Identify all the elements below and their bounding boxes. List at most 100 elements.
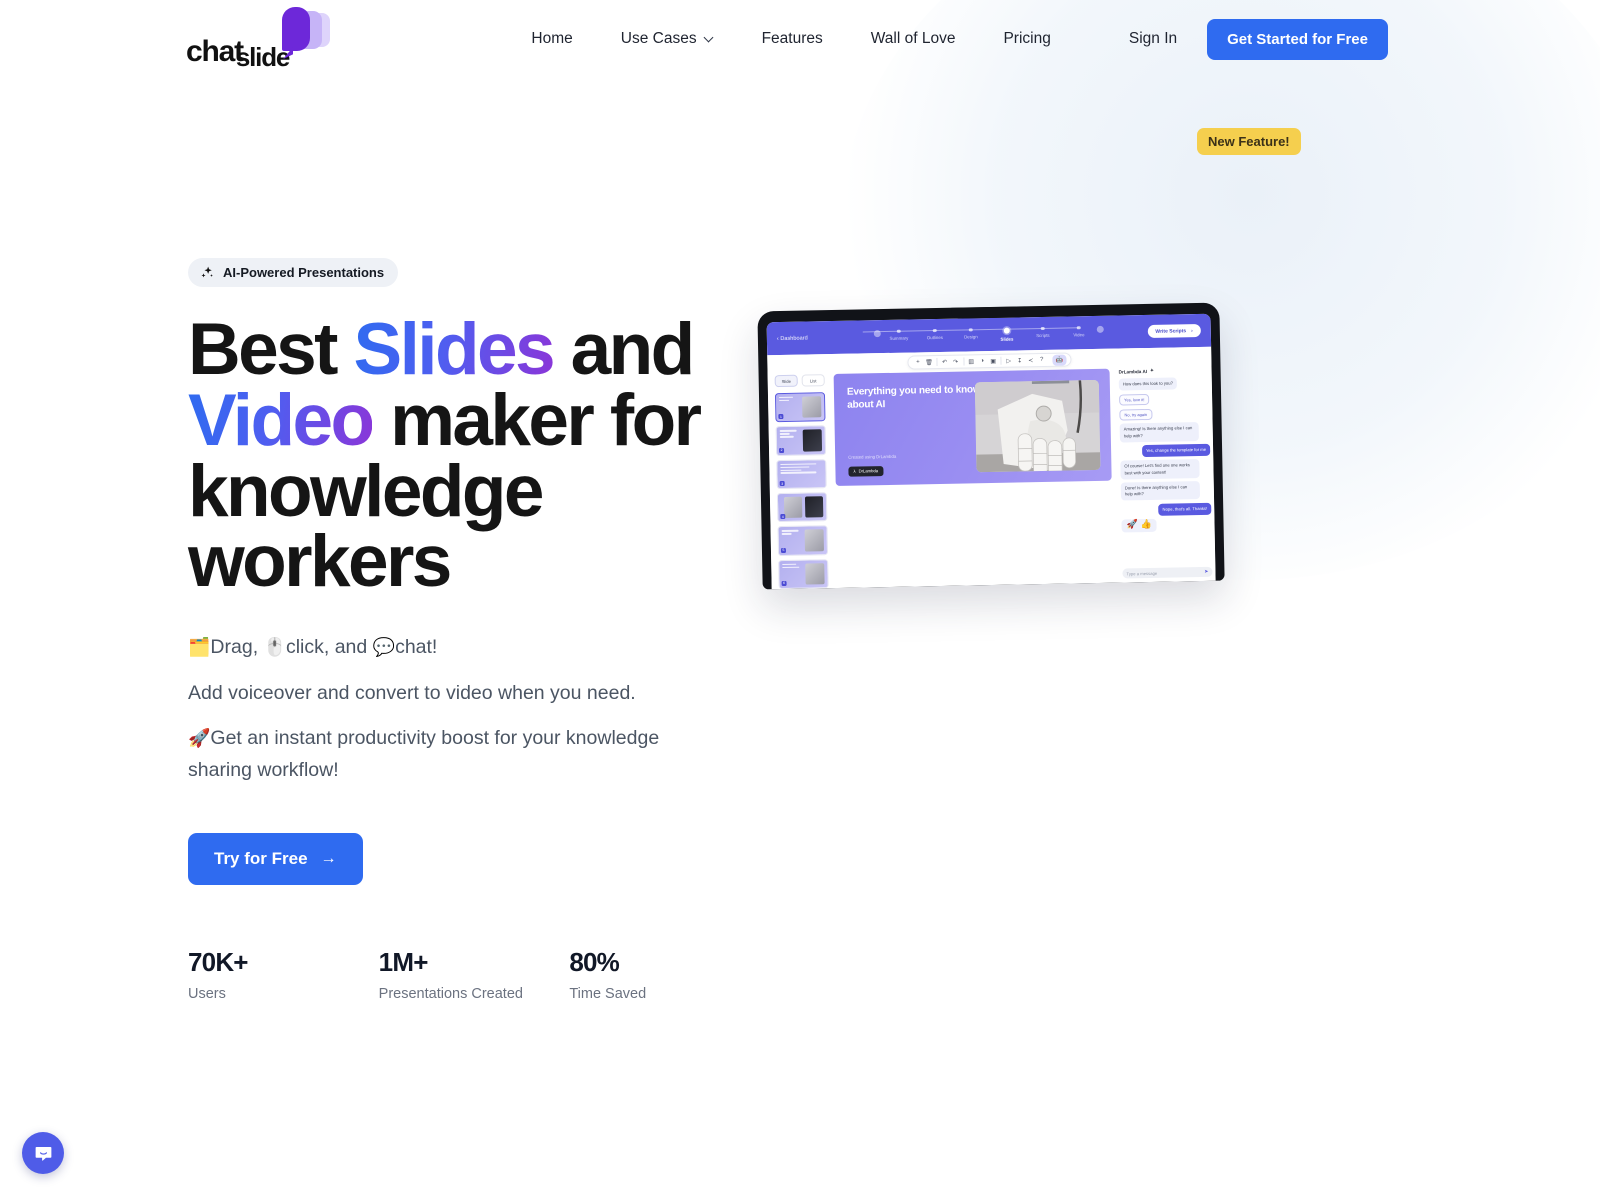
mouse-emoji-icon: 🖱️: [263, 637, 286, 659]
add-icon[interactable]: +: [912, 357, 923, 368]
title-part-2: and: [552, 309, 696, 390]
hero-subtitle-line-1: 🗂️Drag, 🖱️click, and 💬chat!: [188, 632, 718, 664]
chat-reaction-emojis: 🚀 👍: [1121, 518, 1157, 533]
hero-section: AI-Powered Presentations Best Slides and…: [0, 78, 1600, 1002]
nav-label: Use Cases: [620, 30, 697, 48]
get-started-button[interactable]: Get Started for Free: [1207, 18, 1388, 60]
sub-text-c: chat!: [395, 636, 438, 659]
page-title: Best Slides and Video maker for knowledg…: [188, 313, 760, 598]
stat-label: Presentations Created: [378, 985, 523, 1002]
write-scripts-label: Write Scripts: [1155, 327, 1187, 335]
chat-quick-reply[interactable]: No, try again: [1119, 408, 1153, 421]
site-header: chatslide Home Use Cases Features Wall o…: [0, 0, 1600, 78]
nav-item-pricing[interactable]: Pricing: [979, 31, 1074, 47]
slide-credit: Created using DrLambda: [848, 453, 897, 460]
slide-thumbnail[interactable]: 5: [777, 525, 829, 556]
nav-item-features[interactable]: Features: [738, 31, 847, 47]
robot-hand-illustration: [974, 379, 1101, 473]
try-for-free-label: Try for Free: [214, 848, 308, 868]
chat-quick-reply[interactable]: Yes, love it!: [1119, 393, 1150, 406]
sign-in-link[interactable]: Sign In: [1075, 30, 1207, 48]
robot-hand-photo: [974, 379, 1101, 473]
theme-icon[interactable]: ◑: [977, 356, 988, 367]
ai-powered-badge: AI-Powered Presentations: [188, 258, 399, 287]
send-icon[interactable]: ➤: [1204, 569, 1208, 575]
rail-tab-slide[interactable]: Slide: [774, 374, 798, 388]
arrow-right-icon: →: [320, 849, 337, 867]
image-icon[interactable]: ▣: [988, 355, 999, 366]
slide-title: Everything you need to know about AI: [846, 384, 981, 411]
stat-value: 80%: [569, 946, 619, 977]
ai-powered-badge-label: AI-Powered Presentations: [223, 265, 385, 280]
slide-logo-chip: λ DrLambda: [848, 465, 884, 477]
help-icon[interactable]: ?: [1036, 354, 1047, 365]
slide-thumbnail[interactable]: 3: [776, 458, 827, 490]
try-for-free-button[interactable]: Try for Free →: [188, 832, 363, 885]
back-to-dashboard-link[interactable]: ‹ Dashboard: [777, 335, 808, 342]
logo-word-chat: chat: [186, 35, 244, 68]
present-icon[interactable]: ▷: [1003, 355, 1014, 366]
stats-row: 70K+ Users 1M+ Presentations Created 80%…: [188, 947, 760, 1002]
workflow-stepper: Summary Outlines Design Slides Scripts V…: [873, 325, 1104, 343]
product-screenshot-laptop: ‹ Dashboard Summary Outlines Design Slid…: [757, 302, 1225, 590]
chat-message-bot: Of course! Let's find one one works best…: [1120, 459, 1200, 480]
title-part-5: workers: [188, 521, 452, 603]
sparkle-small-icon: ✦: [1149, 367, 1154, 373]
new-feature-badge[interactable]: New Feature!: [1197, 128, 1301, 155]
nav-item-wall-of-love[interactable]: Wall of Love: [847, 31, 980, 47]
slide-thumbnail[interactable]: 6: [778, 558, 829, 590]
step-label: Slides: [1000, 336, 1014, 342]
share-icon[interactable]: ≺: [1025, 355, 1036, 366]
rocket-emoji-icon: 🚀: [188, 728, 211, 750]
lambda-icon: λ: [853, 469, 856, 475]
rail-tab-list[interactable]: List: [801, 374, 825, 387]
chat-message-bot: Amazing! Is there anything else I can he…: [1119, 422, 1200, 443]
chat-message-user: Nope, that's all. Thanks!: [1158, 502, 1212, 516]
laptop-notch: [951, 306, 1026, 319]
chat-message-user: Yes, change the template for me: [1141, 443, 1211, 458]
slide-thumbnail[interactable]: 1: [774, 392, 826, 423]
redo-icon[interactable]: ↷: [950, 356, 961, 367]
ai-robot-icon[interactable]: 🤖: [1052, 354, 1067, 366]
download-icon[interactable]: ↧: [1014, 355, 1025, 366]
main-nav: Home Use Cases Features Wall of Love Pri…: [507, 18, 1388, 60]
chat-input-placeholder: Type a message: [1126, 570, 1158, 576]
nav-item-use-cases[interactable]: Use Cases: [597, 31, 738, 47]
thumb-number: 3: [779, 481, 785, 487]
logo[interactable]: chatslide: [186, 7, 336, 70]
chat-title: DrLambda AI ✦: [1119, 367, 1209, 375]
thumb-number: 1: [778, 414, 784, 420]
title-part-1: Best: [188, 309, 354, 390]
nav-label: Home: [531, 30, 573, 48]
slide-thumbnail-rail: Slide List 1 2 3 4 5 6: [768, 370, 834, 590]
hero-subtitle-line-3: 🚀Get an instant productivity boost for y…: [188, 723, 718, 786]
write-scripts-button[interactable]: Write Scripts ›: [1147, 323, 1201, 338]
title-gradient-slides: Slides: [353, 309, 556, 390]
hero-visual: New Feature! ‹ Dashboard Summary Outline…: [757, 128, 1600, 1002]
chat-input[interactable]: Type a message ➤: [1122, 566, 1213, 579]
chat-bubble-icon: [35, 1146, 51, 1161]
thumb-number: 6: [781, 580, 787, 587]
layout-icon[interactable]: ▥: [966, 356, 977, 367]
laptop-frame: ‹ Dashboard Summary Outlines Design Slid…: [757, 302, 1225, 590]
hero-copy: AI-Powered Presentations Best Slides and…: [0, 258, 760, 1002]
slide-thumbnail[interactable]: 2: [775, 425, 827, 456]
app-body: + 🗑 ↶ ↷ ▥ ◑ ▣ ▷ ↧ ≺ ? 🤖 Slide List 1 2 3…: [767, 346, 1216, 590]
slide-thumbnail[interactable]: 4: [776, 492, 828, 523]
chat-message-bot: Done! Is there anything else I can help …: [1120, 481, 1201, 501]
stat-value: 1M+: [378, 946, 429, 977]
app-screen: ‹ Dashboard Summary Outlines Design Slid…: [766, 313, 1216, 590]
step-video[interactable]: Video: [1061, 325, 1097, 337]
nav-item-home[interactable]: Home: [507, 31, 596, 47]
thumb-number: 2: [778, 447, 785, 453]
sub-text-b: click, and: [285, 636, 373, 659]
active-slide[interactable]: Everything you need to know about AI Cre…: [833, 368, 1112, 486]
back-label: Dashboard: [780, 334, 808, 342]
thumb-number: 4: [780, 514, 786, 520]
slide-canvas-area: Everything you need to know about AI Cre…: [830, 365, 1120, 588]
undo-icon[interactable]: ↶: [939, 356, 950, 367]
chat-launcher-button[interactable]: [22, 1132, 64, 1174]
delete-icon[interactable]: 🗑: [923, 357, 934, 368]
slide-logo-label: DrLambda: [858, 468, 879, 474]
stat-label: Users: [188, 985, 226, 1002]
